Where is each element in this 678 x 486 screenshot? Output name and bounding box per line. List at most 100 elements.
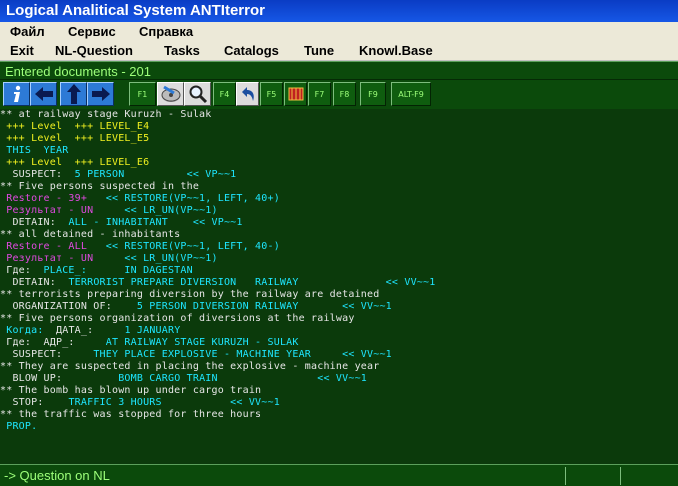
undo-arrow-icon bbox=[241, 87, 254, 101]
document-text-area[interactable]: ** at railway stage Kuruzh - Sulak +++ L… bbox=[0, 109, 678, 464]
menu-bar-main: Exit NL-Question Tasks Catalogs Tune Kno… bbox=[0, 41, 678, 60]
status-bar: -> Question on NL bbox=[0, 464, 678, 486]
prev-button[interactable] bbox=[30, 82, 57, 106]
line-segment: +++ Level +++ LEVEL_E4 bbox=[0, 121, 150, 132]
search-button[interactable] bbox=[184, 82, 211, 106]
f9-button[interactable]: F9 bbox=[360, 82, 386, 106]
document-line: DETAIN: ALL - INHABITANT << VP~~1 bbox=[0, 217, 243, 229]
menu-bar-system: Файл Сервис Справка bbox=[0, 22, 678, 41]
document-line: ** Five persons suspected in the bbox=[0, 181, 199, 193]
f8-button[interactable]: F8 bbox=[333, 82, 356, 106]
menu-exit[interactable]: Exit bbox=[10, 41, 34, 60]
line-segment: THIS YEAR bbox=[0, 145, 69, 156]
line-segment: DETAIN: bbox=[0, 277, 69, 288]
line-segment: << RESTORE(VP~~1, LEFT, 40+) bbox=[105, 193, 280, 204]
next-button[interactable] bbox=[87, 82, 114, 106]
document-line: Результат - UN << LR_UN(VP~~1) bbox=[0, 205, 218, 217]
menu-tasks[interactable]: Tasks bbox=[164, 41, 200, 60]
menu-tune[interactable]: Tune bbox=[304, 41, 334, 60]
up-button[interactable] bbox=[60, 82, 87, 106]
question-prompt[interactable]: -> Question on NL bbox=[4, 466, 110, 486]
document-line: SUSPECT: 5 PERSON << VP~~1 bbox=[0, 169, 236, 181]
document-line: ORGANIZATION OF: 5 PERSON DIVERSION RAIL… bbox=[0, 301, 392, 313]
document-line: SUSPECT: THEY PLACE EXPLOSIVE - MACHINE … bbox=[0, 349, 392, 361]
window-title-bar: Logical Analitical System ANTIterror bbox=[0, 0, 678, 22]
menu-nl-question[interactable]: NL-Question bbox=[55, 41, 133, 60]
menu-catalogs[interactable]: Catalogs bbox=[224, 41, 279, 60]
arrow-right-icon bbox=[91, 87, 110, 101]
f7-label: F7 bbox=[314, 89, 325, 99]
document-line: ** at railway stage Kuruzh - Sulak bbox=[0, 109, 212, 121]
window-title: Logical Analitical System ANTIterror bbox=[6, 2, 265, 19]
document-line: THIS YEAR bbox=[0, 145, 68, 157]
line-segment: Где: bbox=[0, 265, 44, 276]
toolbar: F1 F4 F5 F7 F8 F9 ALT-F9 bbox=[0, 80, 678, 109]
line-segment: THEY PLACE EXPLOSIVE - MACHINE YEAR << V… bbox=[93, 349, 392, 360]
line-segment: +++ Level +++ LEVEL_E5 bbox=[0, 133, 150, 144]
document-line: ** the traffic was stopped for three hou… bbox=[0, 409, 261, 421]
disk-button[interactable] bbox=[157, 82, 184, 106]
line-segment: +++ Level +++ LEVEL_E6 bbox=[0, 157, 150, 168]
line-segment: TERRORIST PREPARE DIVERSION RAILWAY << V… bbox=[68, 277, 436, 288]
document-line: Результат - UN << LR_UN(VP~~1) bbox=[0, 253, 218, 265]
line-segment: << LR_UN(VP~~1) bbox=[124, 253, 218, 264]
arrow-up-icon bbox=[66, 84, 81, 104]
f5-button[interactable]: F5 bbox=[260, 82, 283, 106]
f5-label: F5 bbox=[266, 89, 277, 99]
line-segment: Restore - ALL bbox=[0, 241, 106, 252]
document-line: Restore - 39+ << RESTORE(VP~~1, LEFT, 40… bbox=[0, 193, 280, 205]
info-icon bbox=[13, 85, 20, 102]
line-segment: SUSPECT: bbox=[0, 349, 94, 360]
line-segment: 5 PERSON DIVERSION RAILWAY << VV~~1 bbox=[136, 301, 392, 312]
arrow-left-icon bbox=[34, 87, 53, 101]
line-segment: PROP. bbox=[0, 421, 38, 432]
alt-f9-label: ALT-F9 bbox=[398, 89, 424, 99]
menu-knowl-base[interactable]: Knowl.Base bbox=[359, 41, 433, 60]
info-button[interactable] bbox=[3, 82, 30, 106]
line-segment: TRAFFIC 3 HOURS << VV~~1 bbox=[68, 397, 280, 408]
document-line: ** terrorists preparing diversion by the… bbox=[0, 289, 379, 301]
document-line: +++ Level +++ LEVEL_E5 bbox=[0, 133, 149, 145]
line-segment: ** terrorists preparing diversion by the… bbox=[0, 289, 380, 300]
document-line: BLOW UP: BOMB CARGO TRAIN << VV~~1 bbox=[0, 373, 367, 385]
document-line: +++ Level +++ LEVEL_E6 bbox=[0, 157, 149, 169]
line-segment: Когда: bbox=[0, 325, 56, 336]
document-line: ** The bomb has blown up under cargo tra… bbox=[0, 385, 261, 397]
status-separator bbox=[620, 467, 621, 485]
document-line: ** all detained - inhabitants bbox=[0, 229, 180, 241]
line-segment: Результат - UN bbox=[0, 253, 125, 264]
document-line: ** They are suspected in placing the exp… bbox=[0, 361, 379, 373]
line-segment: << RESTORE(VP~~1, LEFT, 40-) bbox=[105, 241, 280, 252]
document-line: STOP: TRAFFIC 3 HOURS << VV~~1 bbox=[0, 397, 280, 409]
line-segment: BOMB CARGO TRAIN << VV~~1 bbox=[118, 373, 368, 384]
menu-file[interactable]: Файл bbox=[10, 22, 45, 41]
line-segment: ** Five persons organization of diversio… bbox=[0, 313, 355, 324]
disk-icon bbox=[161, 85, 180, 102]
line-segment: ** all detained - inhabitants bbox=[0, 229, 181, 240]
book-icon bbox=[288, 87, 303, 101]
line-segment: << LR_UN(VP~~1) bbox=[124, 205, 218, 216]
line-segment: ORGANIZATION OF: bbox=[0, 301, 137, 312]
documents-count-label: Entered documents - 201 bbox=[5, 64, 151, 79]
status-separator bbox=[565, 467, 566, 485]
book-button[interactable] bbox=[284, 82, 307, 106]
line-segment: Где: bbox=[0, 337, 44, 348]
line-segment: ** the traffic was stopped for three hou… bbox=[0, 409, 262, 420]
document-line: +++ Level +++ LEVEL_E4 bbox=[0, 121, 149, 133]
line-segment: Restore - 39+ bbox=[0, 193, 106, 204]
menu-service[interactable]: Сервис bbox=[68, 22, 116, 41]
f7-button[interactable]: F7 bbox=[308, 82, 331, 106]
documents-header: Entered documents - 201 bbox=[0, 61, 678, 80]
line-segment: АДР_: bbox=[43, 337, 106, 348]
f4-button[interactable]: F4 bbox=[213, 82, 236, 106]
line-segment: ALL - INHABITANT << VP~~1 bbox=[68, 217, 243, 228]
f1-button[interactable]: F1 bbox=[129, 82, 156, 106]
menu-help[interactable]: Справка bbox=[139, 22, 193, 41]
undo-button[interactable] bbox=[236, 82, 259, 106]
alt-f9-button[interactable]: ALT-F9 bbox=[391, 82, 431, 106]
line-segment: 5 PERSON << VP~~1 bbox=[74, 169, 237, 180]
document-line: Restore - ALL << RESTORE(VP~~1, LEFT, 40… bbox=[0, 241, 280, 253]
line-segment: SUSPECT: bbox=[0, 169, 75, 180]
line-segment: ** Five persons suspected in the bbox=[0, 181, 200, 192]
line-segment: BLOW UP: bbox=[0, 373, 119, 384]
